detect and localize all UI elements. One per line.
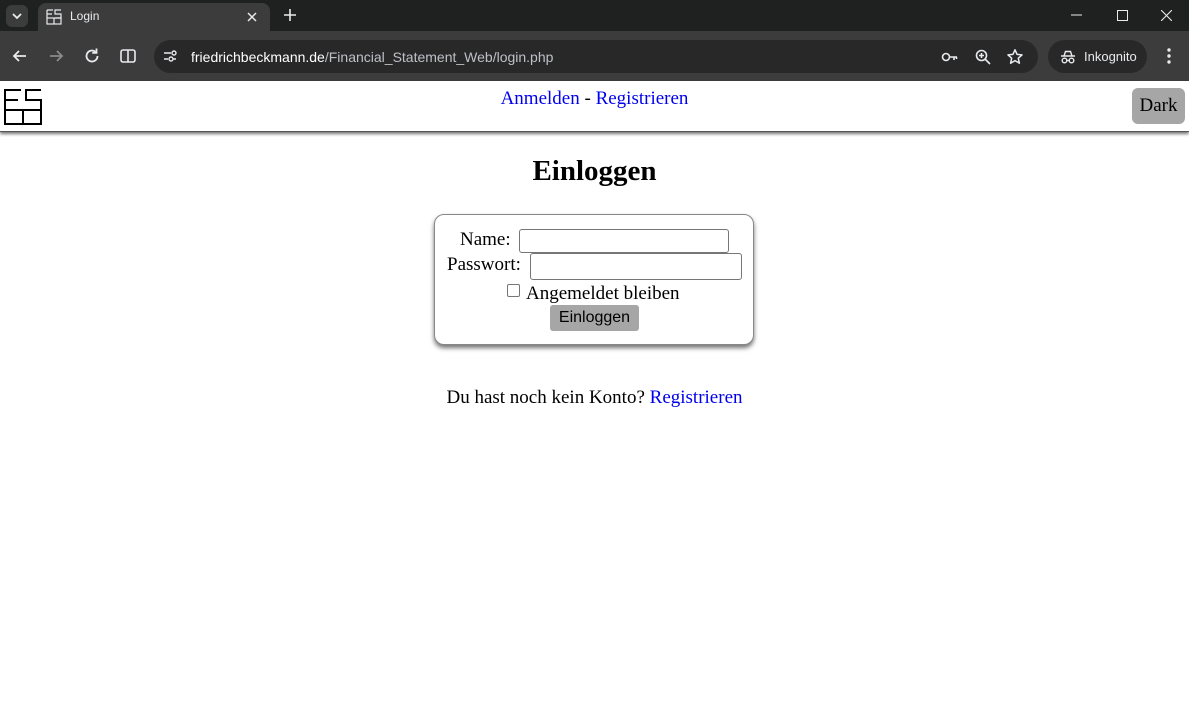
tab-search-button[interactable] [6,5,28,27]
browser-tab-bar: Login [0,0,1189,31]
close-window-button[interactable] [1143,0,1189,31]
register-prompt-text: Du hast noch kein Konto? [446,387,645,408]
site-header: Anmelden - Registrieren Dark [0,81,1189,132]
header-nav: Anmelden - Registrieren [0,88,1189,110]
more-menu-icon[interactable] [1160,46,1178,66]
reload-icon[interactable] [82,46,102,66]
close-icon [1161,10,1172,21]
login-link[interactable]: Anmelden [501,88,580,109]
new-tab-icon[interactable] [282,7,298,23]
url-path: /Financial_Statement_Web/login.php [324,49,554,65]
split-view-icon[interactable] [118,46,138,66]
site-favicon-icon [46,9,62,25]
key-icon[interactable] [941,48,959,66]
active-tab[interactable]: Login [38,3,270,31]
incognito-label: Inkognito [1084,49,1137,64]
dark-mode-button[interactable]: Dark [1132,88,1185,124]
site-info-icon[interactable] [162,48,178,64]
url-host: friedrichbeckmann.de [191,49,325,65]
register-prompt: Du hast noch kein Konto? Registrieren [0,387,1189,409]
register-prompt-link[interactable]: Registrieren [650,387,743,408]
name-input[interactable] [519,229,729,253]
bookmark-star-icon[interactable] [1006,48,1024,66]
maximize-button[interactable] [1099,0,1145,31]
incognito-indicator[interactable]: Inkognito [1048,40,1147,73]
url-text[interactable]: friedrichbeckmann.de/Financial_Statement… [191,49,553,65]
zoom-icon[interactable] [974,48,992,66]
minimize-button[interactable] [1053,0,1099,31]
login-submit-button[interactable]: Einloggen [550,305,639,331]
back-arrow-icon[interactable] [10,46,30,66]
address-bar[interactable]: friedrichbeckmann.de/Financial_Statement… [154,40,1038,73]
remember-me-checkbox[interactable] [507,284,520,297]
incognito-icon [1061,50,1075,64]
forward-arrow-icon[interactable] [46,46,66,66]
name-label: Name: [460,229,511,250]
close-tab-icon[interactable] [244,9,260,25]
nav-separator: - [584,88,591,109]
password-input[interactable] [530,253,742,280]
login-form: Name: Passwort: Angemeldet bleiben Einlo… [434,214,754,345]
password-label: Passwort: [447,254,521,275]
chevron-down-icon [12,13,22,19]
register-link[interactable]: Registrieren [596,88,689,109]
minimize-icon [1071,14,1082,16]
browser-toolbar: friedrichbeckmann.de/Financial_Statement… [0,31,1189,81]
remember-me-label[interactable]: Angemeldet bleiben [526,283,680,305]
tab-title: Login [70,9,100,23]
maximize-icon [1117,10,1128,21]
page-title: Einloggen [532,155,657,187]
